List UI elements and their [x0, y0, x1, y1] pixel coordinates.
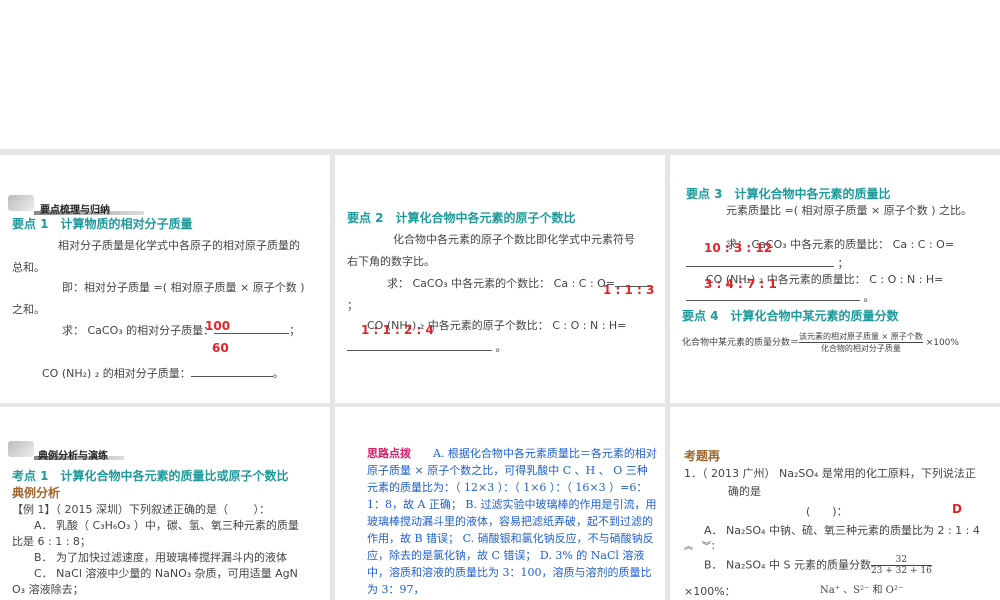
- question-text: 1．（ 2013 广州） Na₂SO₄ 是常用的化工原料，下列说法正: [684, 467, 976, 480]
- section-title: 典例分析与演练: [38, 451, 108, 462]
- key-point-title: 要点 3 计算化合物中各元素的质量比: [686, 187, 891, 201]
- answer-10-3-12: 10 : 3 : 12: [704, 241, 773, 255]
- text-line: 相对分子质量是化学式中各原子的相对原子质量的: [58, 239, 300, 252]
- formula-label: 化合物中某元素的质量分数＝: [682, 338, 800, 348]
- key-point-title: 要点 2 计算化合物中各元素的原子个数比: [347, 211, 576, 225]
- text-line: ；: [347, 299, 358, 312]
- multiplier: ×100%: [925, 338, 959, 348]
- option-c: C． NaCl 溶液中少量的 NaNO₃ 杂质，可用适量 AgN: [34, 567, 298, 580]
- top-blank-area: [0, 0, 1000, 149]
- answer-blank[interactable]: [347, 341, 492, 351]
- section-title: 要点梳理与归纳: [40, 205, 110, 216]
- option-c-cont: O₃ 溶液除去；: [12, 583, 84, 596]
- hint-label: 思路点拨: [367, 447, 411, 460]
- hint-paragraph: 思路点拨 A. 根据化合物中各元素质量比＝各元素的相对原子质量 × 原子个数之比…: [367, 445, 657, 598]
- answer-line: 。: [686, 289, 875, 305]
- question-text: 【例 1】（ 2015 深圳）下列叙述正确的是（ ）：: [12, 503, 270, 516]
- option-a-cont: 比是 6 : 1 : 8；: [12, 535, 91, 548]
- answer-line: ；: [686, 255, 849, 271]
- period: 。: [863, 291, 875, 304]
- text-line: 之和。: [12, 303, 45, 316]
- period: 。: [272, 367, 284, 380]
- question-text: 求： CaCO₃ 的相对分子质量：: [62, 324, 215, 337]
- book-icon: [8, 195, 34, 211]
- numerator: 32: [870, 555, 932, 566]
- slide-hint[interactable]: 思路点拨 A. 根据化合物中各元素质量比＝各元素的相对原子质量 × 原子个数之比…: [335, 407, 665, 600]
- fraction: 该元素的相对原子质量 × 原子个数 化合物的相对分子质量: [799, 331, 923, 354]
- ions-text: Na⁺ 、S²⁻ 和 O²⁻: [820, 585, 904, 596]
- slide-key-point-2[interactable]: 要点 2 计算化合物中各元素的原子个数比 化合物中各元素的原子个数比即化学式中元…: [335, 155, 665, 403]
- answer-blank[interactable]: [686, 257, 834, 267]
- text-line: 即：相对分子质量 =( 相对原子质量 × 原子个数 ): [62, 281, 305, 294]
- text-line: 化合物中各元素的原子个数比即化学式中元素符号: [393, 233, 635, 246]
- answer-d: D: [952, 502, 962, 516]
- question-text-cont: 确的是: [728, 485, 761, 498]
- mass-fraction-formula: 化合物中某元素的质量分数＝ 该元素的相对原子质量 × 原子个数 化合物的相对分子质量…: [682, 331, 959, 354]
- answer-paren: ( )：: [806, 505, 848, 518]
- question-text: 求： CaCO₃ 中各元素的个数比： Ca : C : O=: [387, 277, 616, 290]
- answer-line: 。: [347, 339, 507, 355]
- denominator: 化合物的相对分子质量: [820, 344, 901, 353]
- hint-text: A. 根据化合物中各元素质量比＝各元素的相对原子质量 × 原子个数之比，可得乳酸…: [367, 447, 657, 596]
- option-b: B． 为了加快过滤速度，用玻璃棒搅拌漏斗内的液体: [34, 551, 288, 564]
- option-b: B． Na₂SO₄ 中 S 元素的质量分数 32 23 + 32 + 16: [704, 555, 932, 576]
- slide-example-analysis[interactable]: 典例分析与演练 考点 1 计算化合物中各元素的质量比或原子个数比 典例分析 【例…: [0, 407, 330, 600]
- question-text: CO (NH₂) ₂ 的相对分子质量：: [42, 367, 191, 380]
- exam-point-title: 考点 1 计算化合物中各元素的质量比或原子个数比: [12, 469, 289, 483]
- question-line: CO (NH₂) ₂ 的相对分子质量： 。: [42, 365, 284, 381]
- option-b-text: B． Na₂SO₄ 中 S 元素的质量分数: [704, 558, 871, 572]
- books-icon: [8, 441, 34, 457]
- slide-key-point-1[interactable]: 要点梳理与归纳 要点 1 计算物质的相对分子质量 相对分子质量是化学式中各原子的…: [0, 155, 330, 403]
- option-b-cont: ×100%：: [684, 585, 736, 598]
- answer-60: 60: [212, 341, 229, 355]
- answer-1-1-2-4: 1 : 1 : 2 : 4: [361, 323, 434, 337]
- option-a: A． Na₂SO₄ 中钠、硫、氧三种元素的质量比为 2 : 1 : 4: [704, 524, 980, 537]
- option-a-cont: ︽ ︾：: [684, 542, 721, 552]
- slide-exam-question[interactable]: 考题再 1．（ 2013 广州） Na₂SO₄ 是常用的化工原料，下列说法正 确…: [670, 407, 1000, 600]
- option-a: A． 乳酸（ C₃H₆O₃ ）中，碳、氢、氧三种元素的质量: [34, 519, 299, 532]
- text-line: 右下角的数字比。: [347, 255, 435, 268]
- answer-blank[interactable]: [686, 291, 860, 301]
- answer-blank[interactable]: [190, 367, 273, 377]
- key-point-title: 要点 1 计算物质的相对分子质量: [12, 217, 193, 231]
- question-line: 求： CaCO₃ 的相对分子质量：；: [62, 324, 301, 337]
- period: 。: [495, 341, 507, 354]
- numerator: 该元素的相对原子质量 × 原子个数: [799, 332, 923, 343]
- text-line: 总和。: [12, 261, 45, 274]
- key-point-title-4: 要点 4 计算化合物中某元素的质量分数: [682, 309, 899, 323]
- slide-key-point-3-4[interactable]: 要点 3 计算化合物中各元素的质量比 元素质量比 =( 相对原子质量 × 原子个…: [670, 155, 1000, 403]
- fraction: 32 23 + 32 + 16: [870, 555, 932, 576]
- exam-heading: 考题再: [684, 449, 721, 463]
- example-heading: 典例分析: [12, 486, 61, 500]
- text-line: 元素质量比 =( 相对原子质量 × 原子个数 ) 之比。: [726, 204, 972, 217]
- semicolon: ；: [837, 257, 849, 270]
- answer-100: 100: [205, 319, 231, 333]
- answer-1-1-3: 1 : 1 : 3: [603, 283, 655, 297]
- denominator: 23 + 32 + 16: [870, 566, 932, 576]
